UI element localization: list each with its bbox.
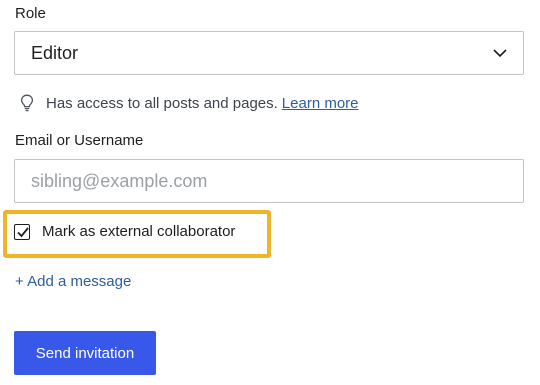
email-label: Email or Username: [15, 132, 144, 149]
chevron-down-icon: [493, 49, 507, 58]
learn-more-link[interactable]: Learn more: [282, 95, 359, 112]
lightbulb-icon: [20, 94, 34, 112]
checkmark-icon: [17, 226, 29, 237]
role-select-value: Editor: [31, 42, 79, 63]
role-hint-text: Has access to all posts and pages.: [46, 94, 278, 112]
email-input[interactable]: [14, 159, 524, 203]
invite-user-form: Role Editor Has access to all posts and …: [0, 0, 540, 385]
external-collaborator-checkbox[interactable]: [14, 223, 30, 240]
add-message-link[interactable]: + Add a message: [15, 273, 131, 290]
external-collaborator-row[interactable]: Mark as external collaborator: [14, 223, 235, 240]
role-hint: Has access to all posts and pages. Learn…: [20, 94, 359, 112]
role-select[interactable]: Editor: [14, 31, 524, 75]
send-invitation-button[interactable]: Send invitation: [14, 331, 156, 375]
role-label: Role: [15, 5, 46, 22]
external-collaborator-label: Mark as external collaborator: [42, 223, 236, 240]
